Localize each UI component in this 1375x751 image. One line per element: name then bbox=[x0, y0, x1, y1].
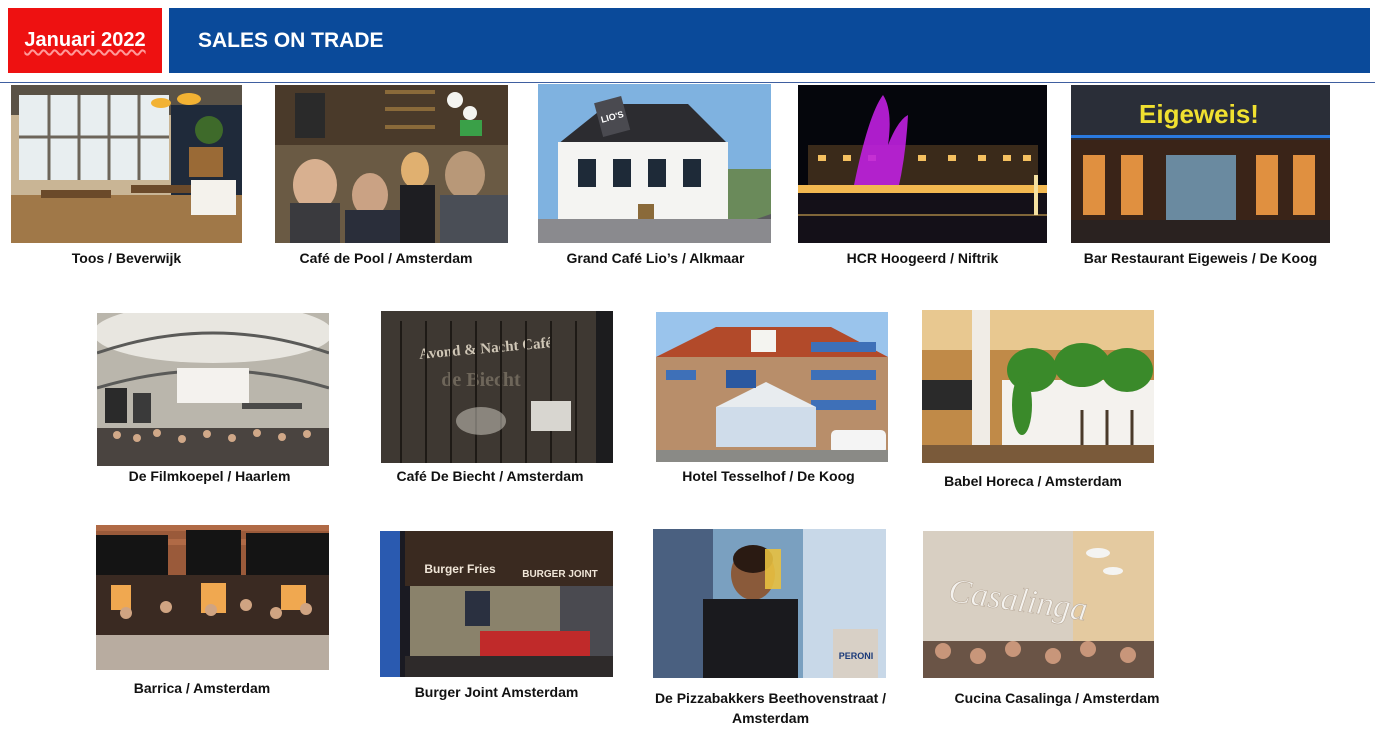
svg-text:PERONI: PERONI bbox=[839, 651, 874, 661]
venue-caption: Toos / Beverwijk bbox=[71, 250, 182, 266]
venue-caption: Babel Horeca / Amsterdam bbox=[944, 473, 1122, 489]
venue-caption: Bar Restaurant Eigeweis / De Koog bbox=[1083, 250, 1318, 266]
venue-caption: HCR Hoogeerd / Niftrik bbox=[846, 250, 999, 266]
burger-fries-sign-text: Burger Fries bbox=[424, 562, 496, 576]
venue-caption: Grand Café Lio’s / Alkmaar bbox=[566, 250, 745, 266]
slide: Januari 2022 SALES ON TRADE Toos / Bever… bbox=[0, 0, 1375, 751]
venue-caption: Burger Joint Amsterdam bbox=[414, 684, 579, 700]
photo-toos bbox=[11, 85, 242, 243]
photo-burger-joint: Burger Fries BURGER JOINT bbox=[380, 531, 613, 677]
photo-cucina-casalinga: Casalinga bbox=[923, 531, 1154, 678]
photo-grand-cafe-lios: LIO'S bbox=[538, 84, 771, 243]
venue-caption: Cucina Casalinga / Amsterdam bbox=[954, 690, 1160, 706]
slide-title: SALES ON TRADE bbox=[198, 28, 384, 52]
header-divider bbox=[0, 82, 1375, 83]
photo-barrica bbox=[96, 525, 329, 670]
venue-caption: De Filmkoepel / Haarlem bbox=[128, 468, 291, 484]
burger-joint-sign-text: BURGER JOINT bbox=[522, 569, 598, 580]
photo-cafe-de-biecht: Avond & Nacht Café de Biecht bbox=[381, 311, 613, 463]
svg-text:de Biecht: de Biecht bbox=[441, 369, 521, 391]
photo-hotel-tesselhof bbox=[656, 312, 888, 462]
venue-caption: De Pizzabakkers Beethovenstraat / Amster… bbox=[654, 690, 887, 726]
photo-babel-horeca bbox=[922, 310, 1154, 463]
venue-caption: Café De Biecht / Amsterdam bbox=[396, 468, 584, 484]
venue-caption: Hotel Tesselhof / De Koog bbox=[682, 468, 855, 484]
eigeweis-sign-text: Eigeweis! bbox=[1139, 99, 1259, 129]
venue-caption: Café de Pool / Amsterdam bbox=[299, 250, 473, 266]
venue-caption: Barrica / Amsterdam bbox=[133, 680, 271, 696]
photo-cafe-de-pool bbox=[275, 85, 508, 243]
title-bar: SALES ON TRADE bbox=[169, 8, 1370, 73]
date-badge: Januari 2022 bbox=[8, 8, 162, 73]
photo-eigeweis: Eigeweis! bbox=[1071, 85, 1330, 243]
photo-hcr-hoogeerd bbox=[798, 85, 1047, 243]
date-label: Januari 2022 bbox=[24, 29, 146, 51]
photo-pizzabakkers: PERONI bbox=[653, 529, 886, 678]
photo-filmkoepel bbox=[97, 313, 329, 466]
